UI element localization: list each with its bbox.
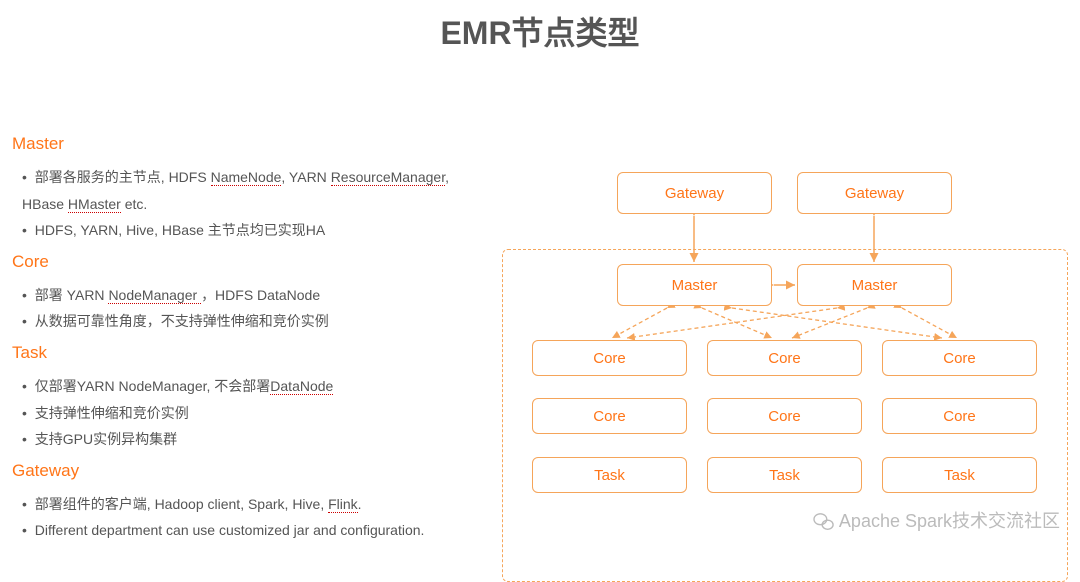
list-item: 支持弹性伸缩和竞价实例 <box>22 400 492 427</box>
node-master-1: Master <box>617 264 772 306</box>
node-core-4: Core <box>532 398 687 434</box>
section-heading-gateway: Gateway <box>12 461 492 481</box>
node-task-3: Task <box>882 457 1037 493</box>
section-list-master: 部署各服务的主节点, HDFS NameNode, YARN ResourceM… <box>12 164 492 244</box>
node-task-2: Task <box>707 457 862 493</box>
node-core-5: Core <box>707 398 862 434</box>
page-title: EMR节点类型 <box>0 0 1080 54</box>
node-core-3: Core <box>882 340 1037 376</box>
list-item: 从数据可靠性角度，不支持弹性伸缩和竞价实例 <box>22 308 492 335</box>
section-heading-master: Master <box>12 134 492 154</box>
node-master-2: Master <box>797 264 952 306</box>
section-list-task: 仅部署YARN NodeManager, 不会部署DataNode 支持弹性伸缩… <box>12 373 492 453</box>
section-heading-task: Task <box>12 343 492 363</box>
list-item: 部署各服务的主节点, HDFS NameNode, YARN ResourceM… <box>22 164 492 217</box>
list-item: 部署组件的客户端, Hadoop client, Spark, Hive, Fl… <box>22 491 492 518</box>
list-item: 仅部署YARN NodeManager, 不会部署DataNode <box>22 373 492 400</box>
watermark: Apache Spark技术交流社区 <box>813 507 1060 533</box>
node-core-6: Core <box>882 398 1037 434</box>
list-item: 支持GPU实例异构集群 <box>22 426 492 453</box>
text-panel: Master 部署各服务的主节点, HDFS NameNode, YARN Re… <box>12 134 492 552</box>
section-heading-core: Core <box>12 252 492 272</box>
diagram-panel: Gateway Gateway Master Master Core Core … <box>502 124 1068 552</box>
section-list-gateway: 部署组件的客户端, Hadoop client, Spark, Hive, Fl… <box>12 491 492 544</box>
node-gateway-1: Gateway <box>617 172 772 214</box>
list-item: Different department can use customized … <box>22 517 492 544</box>
node-gateway-2: Gateway <box>797 172 952 214</box>
node-core-1: Core <box>532 340 687 376</box>
node-task-1: Task <box>532 457 687 493</box>
node-core-2: Core <box>707 340 862 376</box>
list-item: HDFS, YARN, Hive, HBase 主节点均已实现HA <box>22 217 492 244</box>
list-item: 部署 YARN NodeManager ，HDFS DataNode <box>22 282 492 309</box>
section-list-core: 部署 YARN NodeManager ，HDFS DataNode 从数据可靠… <box>12 282 492 335</box>
wechat-icon <box>813 512 835 532</box>
